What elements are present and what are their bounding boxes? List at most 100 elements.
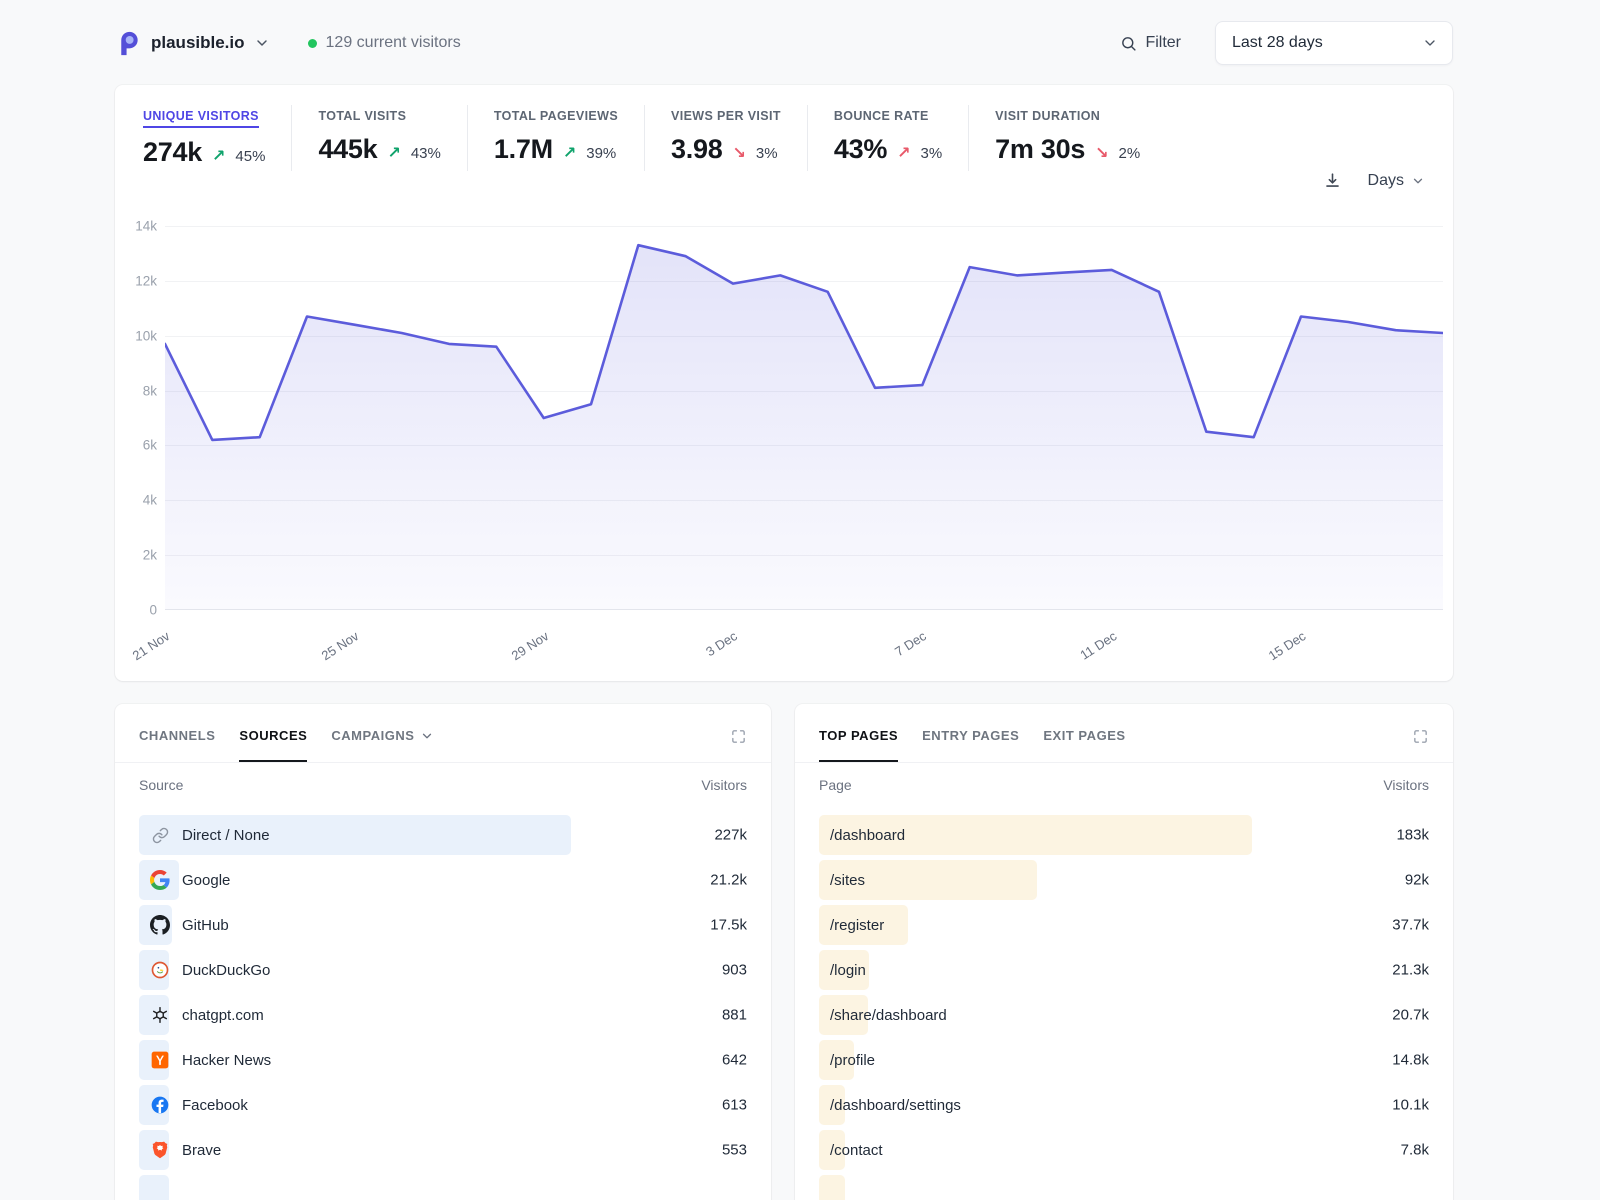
source-row-direct-none[interactable]: Direct / None 227k	[139, 815, 747, 855]
page-row-login[interactable]: /login 21.3k	[819, 950, 1429, 990]
chart-plot[interactable]	[165, 226, 1443, 610]
tab-top-pages[interactable]: TOP PAGES	[819, 728, 898, 763]
stat-label: UNIQUE VISITORS	[143, 109, 259, 128]
trend-arrow-icon: ↗	[897, 143, 910, 163]
pages-columns: Page Visitors	[819, 777, 1429, 793]
page-row-sites[interactable]: /sites 92k	[819, 860, 1429, 900]
x-axis-tick: 11 Dec	[1077, 628, 1119, 662]
row-value: 553	[722, 1142, 747, 1159]
site-picker[interactable]: plausible.io	[115, 30, 270, 57]
source-row-chatgpt-com[interactable]: chatgpt.com 881	[139, 995, 747, 1035]
tab-label: TOP PAGES	[819, 728, 898, 743]
expand-button[interactable]	[730, 728, 747, 748]
row-label: /sites	[830, 872, 865, 889]
page-row-profile[interactable]: /profile 14.8k	[819, 1040, 1429, 1080]
expand-button[interactable]	[1412, 728, 1429, 748]
page-row-dashboard-settings[interactable]: /dashboard/settings 10.1k	[819, 1085, 1429, 1125]
stat-label: VIEWS PER VISIT	[671, 109, 781, 123]
chevron-down-icon	[254, 35, 270, 51]
row-value: 642	[722, 1052, 747, 1069]
page-row-share-dashboard[interactable]: /share/dashboard 20.7k	[819, 995, 1429, 1035]
source-row-facebook[interactable]: Facebook 613	[139, 1085, 747, 1125]
chevron-down-icon	[1411, 174, 1425, 188]
y-axis-tick: 12k	[135, 273, 157, 288]
page-row-contact[interactable]: /contact 7.8k	[819, 1130, 1429, 1170]
sources-rows: Direct / None 227k Google 21.2k GitHub 1…	[139, 815, 747, 1170]
stat-label: TOTAL PAGEVIEWS	[494, 109, 618, 123]
current-visitors[interactable]: 129 current visitors	[308, 34, 461, 52]
interval-select[interactable]: Days	[1368, 172, 1425, 190]
stat-value: 7m 30s	[995, 134, 1085, 165]
x-axis-tick: 3 Dec	[703, 628, 740, 659]
page-row-register[interactable]: /register 37.7k	[819, 905, 1429, 945]
stat-value: 3.98	[671, 134, 722, 165]
stat-bounce-rate[interactable]: BOUNCE RATE 43% ↗ 3%	[807, 105, 968, 171]
source-row-brave[interactable]: Brave 553	[139, 1130, 747, 1170]
google-icon	[150, 870, 170, 890]
x-axis-tick: 25 Nov	[319, 628, 362, 663]
filter-label: Filter	[1145, 34, 1181, 52]
stat-total-visits[interactable]: TOTAL VISITS 445k ↗ 43%	[291, 105, 466, 171]
github-icon	[150, 915, 170, 935]
tab-channels[interactable]: CHANNELS	[139, 728, 215, 763]
source-row-google[interactable]: Google 21.2k	[139, 860, 747, 900]
trend-arrow-icon: ↗	[387, 143, 400, 163]
stat-value: 445k	[318, 134, 377, 165]
search-icon	[1120, 35, 1137, 52]
page-row-dashboard[interactable]: /dashboard 183k	[819, 815, 1429, 855]
breakdown-panels: CHANNELS SOURCES CAMPAIGNS Source Visitors…	[115, 704, 1453, 1200]
stat-change: 3%	[920, 145, 942, 162]
x-axis-tick: 7 Dec	[892, 628, 929, 659]
row-value: 21.3k	[1392, 962, 1429, 979]
date-range-select[interactable]: Last 28 days	[1215, 21, 1453, 65]
row-label: DuckDuckGo	[182, 962, 270, 979]
source-row-hacker-news[interactable]: Hacker News 642	[139, 1040, 747, 1080]
row-value: 613	[722, 1097, 747, 1114]
expand-icon	[730, 728, 747, 745]
date-range-value: Last 28 days	[1232, 34, 1323, 52]
row-label: /share/dashboard	[830, 1007, 947, 1024]
stat-visit-duration[interactable]: VISIT DURATION 7m 30s ↘ 2%	[968, 105, 1166, 171]
row-value: 183k	[1396, 827, 1429, 844]
trend-arrow-icon: ↘	[733, 143, 746, 163]
row-label: Direct / None	[182, 827, 270, 844]
stat-change: 39%	[586, 145, 616, 162]
interval-label: Days	[1368, 172, 1404, 190]
row-value: 37.7k	[1392, 917, 1429, 934]
filter-button[interactable]: Filter	[1120, 34, 1181, 52]
tab-campaigns[interactable]: CAMPAIGNS	[331, 728, 433, 763]
column-value: Visitors	[701, 777, 747, 793]
download-icon	[1323, 171, 1342, 190]
row-label: /dashboard	[830, 827, 905, 844]
source-row-github[interactable]: GitHub 17.5k	[139, 905, 747, 945]
tab-entry-pages[interactable]: ENTRY PAGES	[922, 728, 1019, 763]
column-label: Source	[139, 777, 183, 793]
trend-arrow-icon: ↗	[212, 146, 225, 166]
row-label: /login	[830, 962, 866, 979]
stat-total-pageviews[interactable]: TOTAL PAGEVIEWS 1.7M ↗ 39%	[467, 105, 644, 171]
row-value: 21.2k	[710, 872, 747, 889]
hackernews-icon	[150, 1050, 170, 1070]
row-value: 10.1k	[1392, 1097, 1429, 1114]
tab-exit-pages[interactable]: EXIT PAGES	[1043, 728, 1125, 763]
stat-change: 3%	[756, 145, 778, 162]
source-row-duckduckgo[interactable]: DuckDuckGo 903	[139, 950, 747, 990]
tab-label: ENTRY PAGES	[922, 728, 1019, 743]
stat-value: 1.7M	[494, 134, 553, 165]
row-value: 903	[722, 962, 747, 979]
stat-unique-visitors[interactable]: UNIQUE VISITORS 274k ↗ 45%	[143, 105, 291, 174]
download-button[interactable]	[1323, 171, 1342, 190]
row-value: 227k	[714, 827, 747, 844]
pages-panel-header: TOP PAGES ENTRY PAGES EXIT PAGES	[819, 728, 1429, 763]
x-axis-tick: 15 Dec	[1266, 628, 1309, 663]
site-name: plausible.io	[151, 33, 245, 53]
row-value: 20.7k	[1392, 1007, 1429, 1024]
trend-arrow-icon: ↗	[563, 143, 576, 163]
openai-icon	[150, 1005, 170, 1025]
row-label: chatgpt.com	[182, 1007, 264, 1024]
stat-views-per-visit[interactable]: VIEWS PER VISIT 3.98 ↘ 3%	[644, 105, 807, 171]
tab-sources[interactable]: SOURCES	[239, 728, 307, 763]
row-value: 7.8k	[1401, 1142, 1429, 1159]
row-value: 881	[722, 1007, 747, 1024]
plausible-logo-icon	[115, 30, 142, 57]
